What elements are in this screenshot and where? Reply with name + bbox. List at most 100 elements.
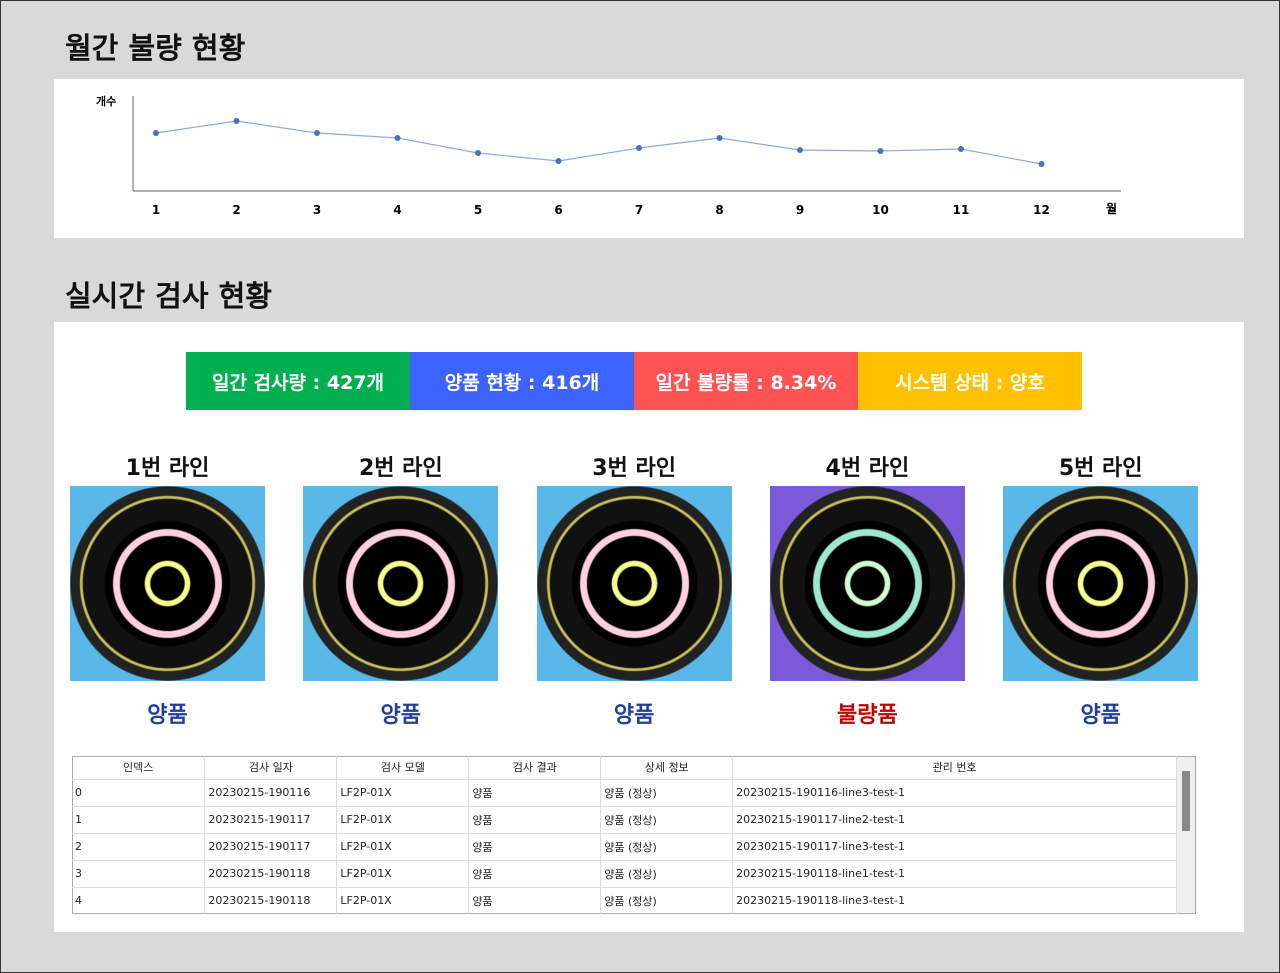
x-tick-label: 2 <box>232 203 240 217</box>
table-cell: 20230215-190117-line2-test-1 <box>732 805 1177 833</box>
status-card: 양품 현황 : 416개 <box>410 352 634 410</box>
x-tick-label: 8 <box>715 203 723 217</box>
table-cell: 양품 (정상) <box>600 886 734 914</box>
x-axis-label: 월 <box>1106 201 1117 216</box>
line-result: 양품 <box>1080 703 1121 728</box>
data-point <box>153 130 159 136</box>
status-card: 시스템 상태 : 양호 <box>858 352 1082 410</box>
table-cell: LF2P-01X <box>336 886 470 914</box>
column-header[interactable]: 검사 모델 <box>336 756 470 779</box>
table-cell: LF2P-01X <box>336 832 470 860</box>
data-point <box>1038 161 1045 167</box>
column-header[interactable]: 인덱스 <box>72 756 206 779</box>
x-tick-label: 9 <box>796 203 804 217</box>
table-scrollbar[interactable] <box>1177 757 1195 913</box>
inspection-image[interactable] <box>769 486 965 681</box>
line-card: 5번 라인 양품 <box>1003 450 1199 729</box>
table-cell: 20230215-190116 <box>204 778 338 806</box>
table-row[interactable]: 0 20230215-190116 LF2P-01X 양품 양품 (정상) 2023021… <box>72 778 1177 806</box>
table-cell: 20230215-190118 <box>204 886 338 914</box>
x-tick-label: 10 <box>872 203 889 217</box>
table-cell: 0 <box>72 778 206 806</box>
line-result: 양품 <box>380 703 422 728</box>
x-tick-label: 5 <box>474 203 482 217</box>
data-point <box>877 148 884 154</box>
column-header[interactable]: 검사 일자 <box>204 756 338 779</box>
table-cell: 양품 <box>468 886 602 914</box>
line-result: 양품 <box>613 703 655 728</box>
data-point <box>475 150 481 156</box>
status-card: 일간 불량률 : 8.34% <box>634 352 858 410</box>
table-cell: 양품 <box>468 832 602 860</box>
data-point <box>716 135 723 141</box>
table-cell: LF2P-01X <box>336 859 470 887</box>
x-tick-label: 12 <box>1033 203 1050 217</box>
data-point <box>555 158 562 164</box>
line-name: 3번 라인 <box>592 456 676 481</box>
x-tick-label: 3 <box>313 203 321 217</box>
inspection-table-grid: 인덱스 검사 일자 검사 모델 검사 결과 상세 정보 관리 번호 0 20230215-19… <box>72 756 1177 914</box>
table-row[interactable]: 4 20230215-190118 LF2P-01X 양품 양품 (정상) 2023021… <box>72 886 1177 914</box>
table-row[interactable]: 3 20230215-190118 LF2P-01X 양품 양품 (정상) 2023021… <box>72 859 1177 887</box>
table-cell: 1 <box>72 805 206 833</box>
inspection-image[interactable] <box>1003 486 1199 681</box>
realtime-panel: 일간 검사량 : 427개 양품 현황 : 416개 일간 불량률 : 8.34% 시… <box>54 322 1244 932</box>
inspection-image[interactable] <box>536 486 732 681</box>
table-cell: 양품 (정상) <box>600 778 734 806</box>
line-card: 3번 라인 양품 <box>536 450 732 729</box>
scrollbar-thumb[interactable] <box>1182 771 1190 831</box>
realtime-title: 실시간 검사 현황 <box>65 279 272 313</box>
inspection-image[interactable] <box>70 486 265 681</box>
line-name: 1번 라인 <box>125 456 210 481</box>
line-card: 1번 라인 양품 <box>70 450 265 729</box>
table-cell: 4 <box>72 886 206 914</box>
table-row[interactable]: 2 20230215-190117 LF2P-01X 양품 양품 (정상) 2023021… <box>72 832 1177 860</box>
x-tick-label: 1 <box>152 203 160 217</box>
data-point <box>636 145 642 151</box>
series-line <box>155 120 1042 165</box>
line-card: 4번 라인 불량품 <box>769 450 965 729</box>
column-header[interactable]: 관리 번호 <box>732 756 1177 779</box>
x-tick-label: 4 <box>393 203 401 217</box>
table-cell: 2 <box>72 832 206 860</box>
monthly-title: 월간 불량 현황 <box>65 31 246 65</box>
data-point <box>314 130 320 136</box>
table-cell: LF2P-01X <box>336 805 470 833</box>
table-cell: 20230215-190117 <box>204 805 338 833</box>
line-result: 양품 <box>147 703 188 728</box>
table-cell: 20230215-190118-line1-test-1 <box>732 859 1177 887</box>
line-name: 2번 라인 <box>358 456 443 481</box>
table-cell: 양품 <box>468 859 602 887</box>
line-card: 2번 라인 양품 <box>303 450 499 729</box>
line-name: 5번 라인 <box>1058 456 1143 481</box>
table-cell: 20230215-190117 <box>204 832 338 860</box>
table-cell: 양품 <box>468 805 602 833</box>
table-cell: 20230215-190117-line3-test-1 <box>732 832 1177 860</box>
data-point <box>797 147 803 153</box>
table-cell: 양품 (정상) <box>600 859 734 887</box>
data-point <box>233 118 240 124</box>
data-point <box>958 146 964 152</box>
x-tick-label: 6 <box>554 203 562 217</box>
table-cell: 양품 <box>468 778 602 806</box>
table-header: 인덱스 검사 일자 검사 모델 검사 결과 상세 정보 관리 번호 <box>72 756 1177 779</box>
table-row[interactable]: 1 20230215-190117 LF2P-01X 양품 양품 (정상) 2023021… <box>72 805 1177 833</box>
status-card: 일간 검사량 : 427개 <box>186 352 410 410</box>
line-name: 4번 라인 <box>825 456 910 481</box>
x-tick-label: 7 <box>635 203 643 217</box>
table-cell: 20230215-190116-line3-test-1 <box>732 778 1177 806</box>
monthly-chart-panel: 개수 월 1 2 3 4 5 6 7 8 9 10 11 12 <box>54 79 1244 238</box>
table-cell: 양품 (정상) <box>600 832 734 860</box>
table-cell: LF2P-01X <box>336 778 470 806</box>
table-cell: 20230215-190118 <box>204 859 338 887</box>
table-cell: 20230215-190118-line3-test-1 <box>732 886 1177 914</box>
table-cell: 양품 (정상) <box>600 805 734 833</box>
y-axis-label: 개수 <box>96 94 116 108</box>
column-header[interactable]: 상세 정보 <box>600 756 734 779</box>
data-point <box>394 135 401 141</box>
x-tick-label: 11 <box>953 203 970 217</box>
inspection-image[interactable] <box>303 486 499 681</box>
table-cell: 3 <box>72 859 206 887</box>
monthly-defect-chart: 개수월1 2 3 4 5 6 7 8 9 10 11 12 <box>96 94 1121 217</box>
column-header[interactable]: 검사 결과 <box>468 756 602 779</box>
